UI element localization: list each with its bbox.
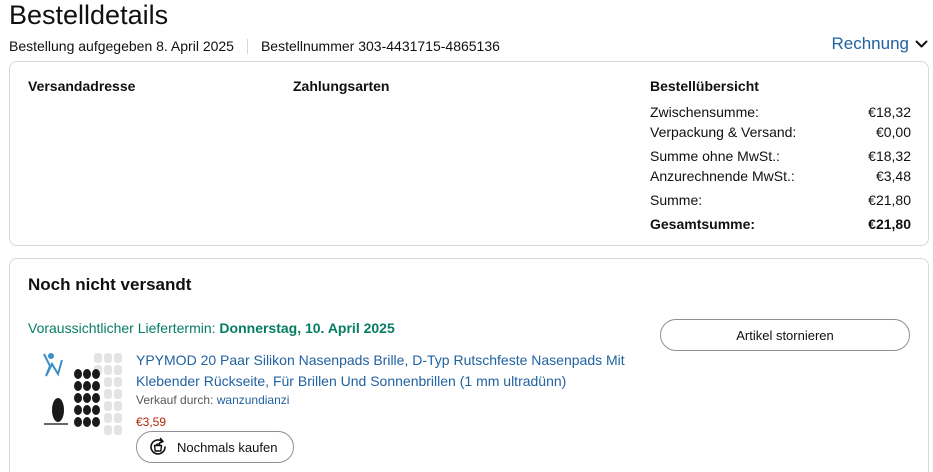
net-total-label: Summe ohne MwSt.: (650, 148, 780, 164)
shipment-card: Noch nicht versandt Voraussichtlicher Li… (9, 258, 929, 472)
seller-link[interactable]: wanzundianzi (217, 393, 290, 407)
product-image[interactable] (28, 350, 124, 438)
shipping-address-heading: Versandadresse (28, 78, 136, 94)
order-date: Bestellung aufgegeben 8. April 2025 (9, 38, 234, 54)
invoice-dropdown[interactable]: Rechnung (831, 34, 928, 54)
delivery-date: Donnerstag, 10. April 2025 (219, 320, 395, 336)
meta-divider (246, 39, 248, 54)
grand-total-row: Gesamtsumme: €21,80 (650, 214, 911, 234)
invoice-label: Rechnung (831, 34, 909, 53)
seller-label: Verkauf durch: (136, 393, 214, 407)
chevron-down-icon (915, 40, 928, 47)
order-overview-rows: Zwischensumme: €18,32 Verpackung & Versa… (650, 102, 911, 234)
vat-row: Anzurechnende MwSt.: €3,48 (650, 166, 911, 186)
grand-total-value: €21,80 (868, 216, 911, 232)
shipment-status-title: Noch nicht versandt (28, 275, 192, 294)
delivery-prefix: Voraussichtlicher Liefertermin: (28, 320, 216, 336)
seller-line: Verkauf durch: wanzundianzi (136, 393, 289, 407)
page-title: Bestelldetails (9, 0, 169, 30)
order-number: Bestellnummer 303-4431715-4865136 (260, 38, 500, 54)
payment-methods-heading: Zahlungsarten (293, 78, 390, 94)
vat-label: Anzurechnende MwSt.: (650, 168, 795, 184)
order-meta: Bestellung aufgegeben 8. April 2025 Best… (9, 38, 500, 55)
order-summary-card: Versandadresse Zahlungsarten Bestellüber… (9, 61, 929, 246)
sum-value: €21,80 (868, 192, 911, 208)
net-total-row: Summe ohne MwSt.: €18,32 (650, 146, 911, 166)
shipping-value: €0,00 (875, 124, 911, 140)
buy-again-label: Nochmals kaufen (177, 439, 278, 455)
delivery-estimate: Voraussichtlicher Liefertermin: Donnerst… (28, 320, 395, 336)
buy-again-button[interactable]: Nochmals kaufen (136, 431, 294, 463)
sum-label: Summe: (650, 192, 703, 208)
order-overview-heading: Bestellübersicht (650, 78, 759, 94)
vat-value: €3,48 (875, 168, 911, 184)
subtotal-label: Zwischensumme: (650, 104, 759, 120)
sum-row: Summe: €21,80 (650, 190, 911, 210)
subtotal-value: €18,32 (868, 104, 911, 120)
cancel-items-button[interactable]: Artikel stornieren (660, 319, 910, 351)
product-title-link[interactable]: YPYMOD 20 Paar Silikon Nasenpads Brille,… (136, 350, 636, 392)
buy-again-icon (150, 437, 166, 455)
subtotal-row: Zwischensumme: €18,32 (650, 102, 911, 122)
shipping-row: Verpackung & Versand: €0,00 (650, 122, 911, 142)
grand-total-label: Gesamtsumme: (650, 216, 756, 232)
product-price: €3,59 (136, 415, 167, 429)
net-total-value: €18,32 (868, 148, 911, 164)
shipping-label: Verpackung & Versand: (650, 124, 797, 140)
